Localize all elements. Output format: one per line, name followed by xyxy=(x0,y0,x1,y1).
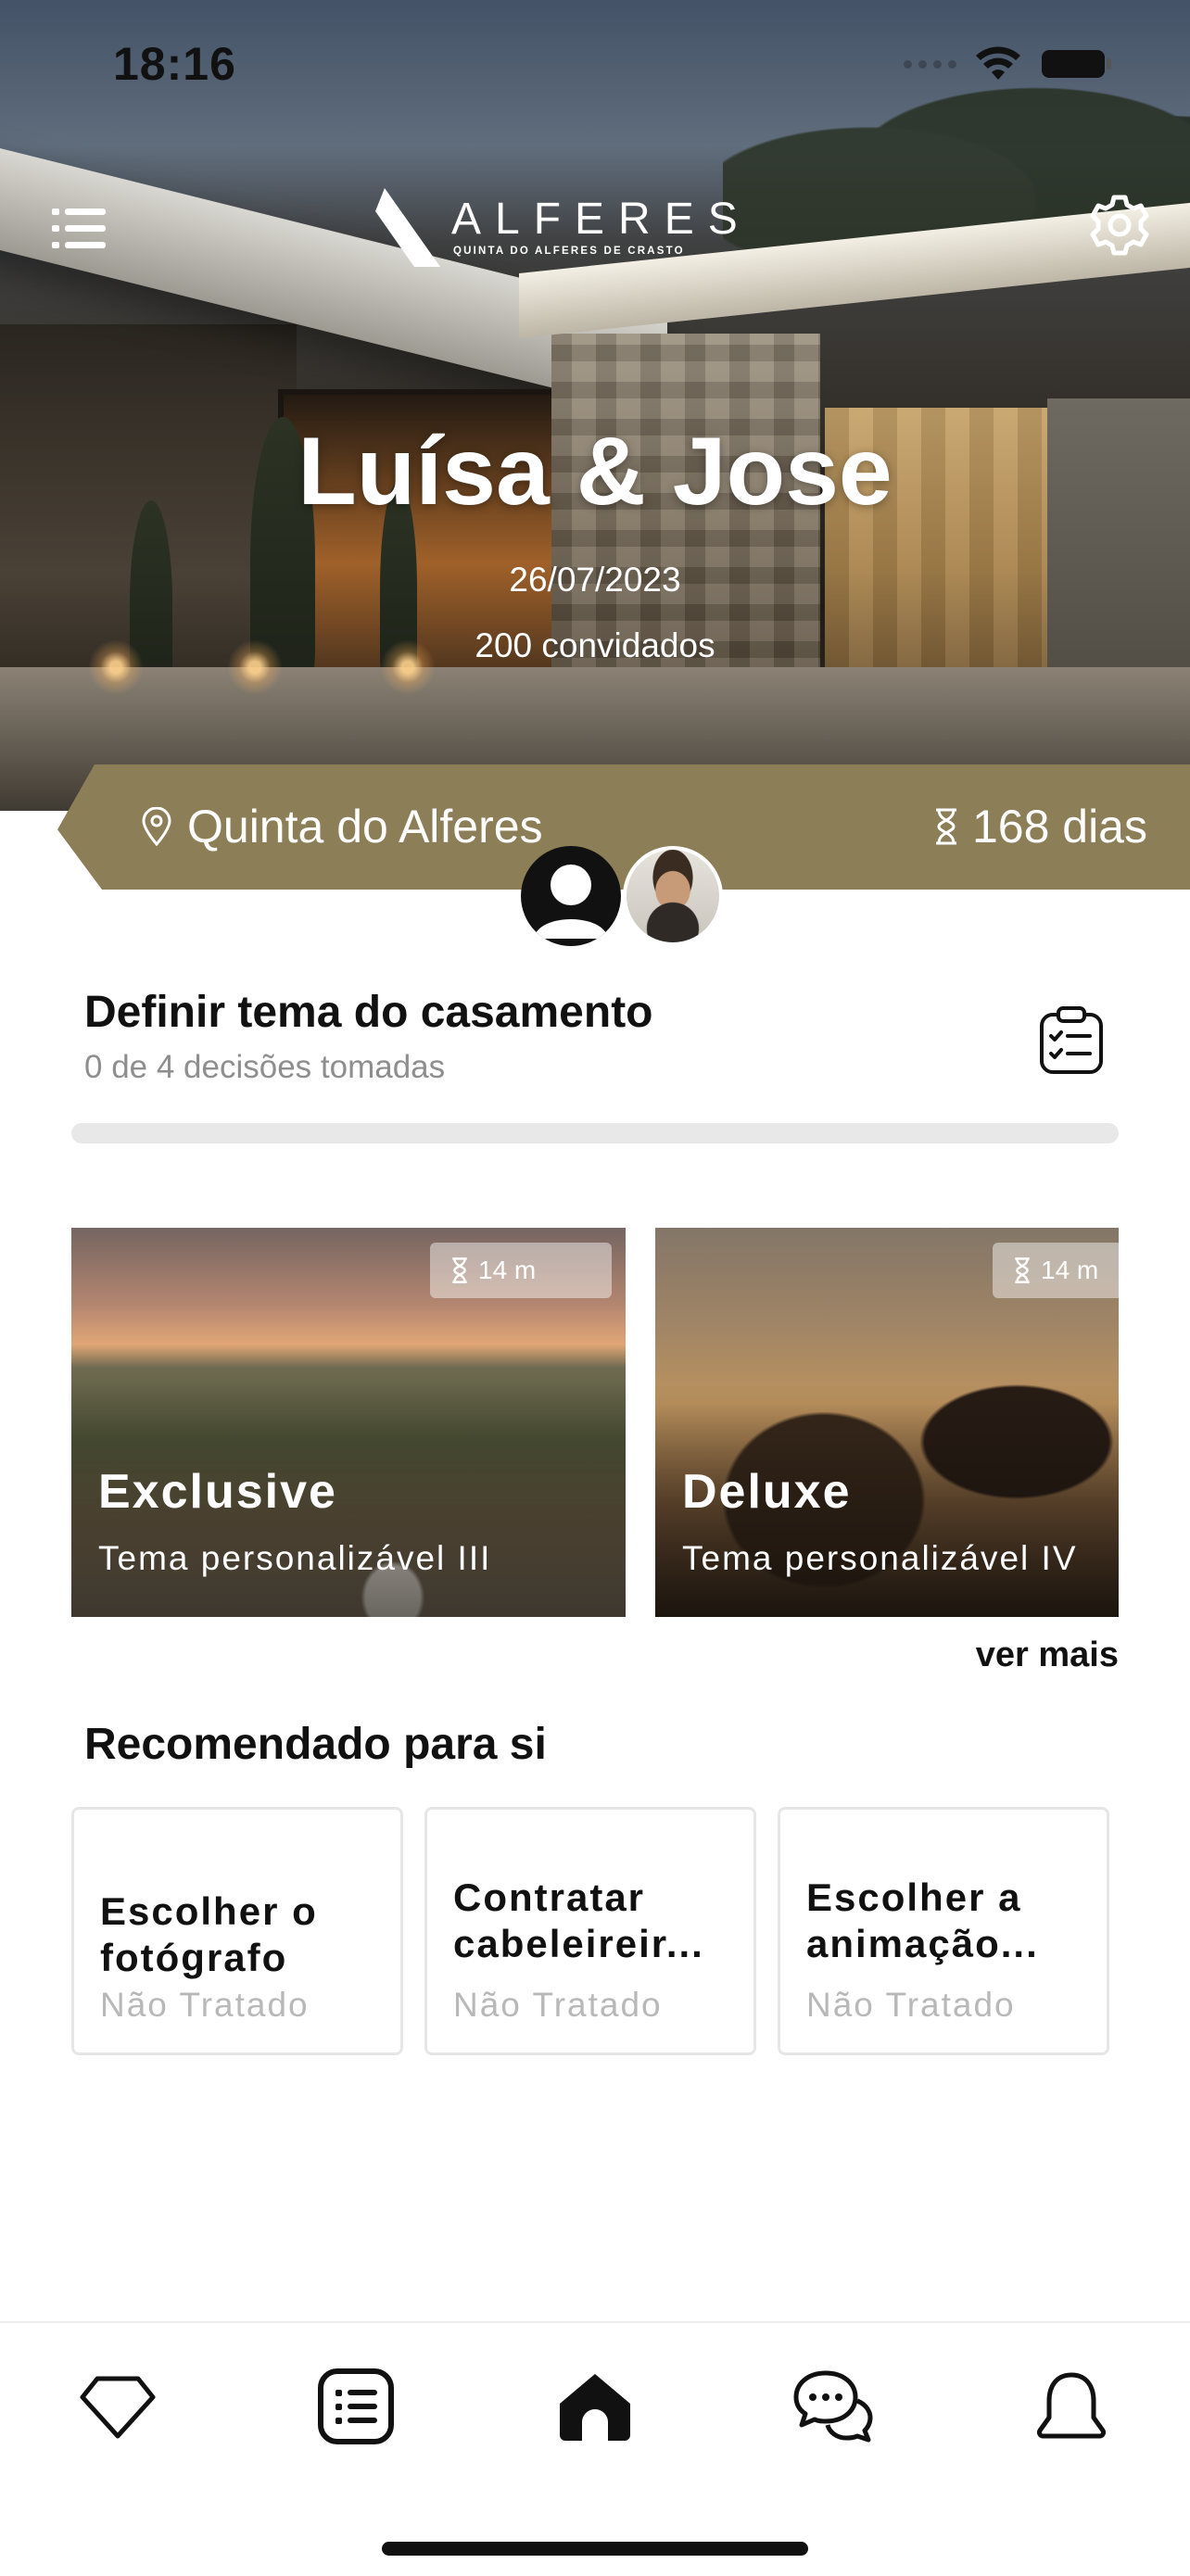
theme-section-title: Definir tema do casamento xyxy=(84,988,653,1037)
tab-home[interactable] xyxy=(549,2360,641,2453)
logo-mark-icon xyxy=(375,188,440,267)
card-timer-label: 14 m xyxy=(1041,1256,1099,1284)
recommended-title: Recomendado para si xyxy=(84,1720,547,1769)
bottom-tab-bar xyxy=(0,2321,1190,2576)
recommended-status: Não Tratado xyxy=(100,1986,310,2025)
recommended-label: Escolher o fotógrafo xyxy=(100,1889,318,1979)
home-icon xyxy=(560,2374,630,2441)
top-bar: ALFERES QUINTA DO ALFERES DE CRASTO xyxy=(0,181,1190,273)
card-subtitle: Tema personalizável IV xyxy=(682,1539,1078,1577)
wifi-icon xyxy=(976,46,1020,80)
clipboard-checklist-icon[interactable] xyxy=(1036,1005,1107,1076)
home-indicator xyxy=(382,2542,808,2556)
theme-card-deluxe[interactable]: 14 m Deluxe Tema personalizável IV xyxy=(655,1228,1119,1617)
theme-progress-bar xyxy=(71,1123,1119,1143)
recommended-label: Contratar cabeleireir... xyxy=(453,1875,704,1965)
diamond-icon xyxy=(80,2376,156,2439)
recommended-list: Escolher o fotógrafo Não Tratado Contrat… xyxy=(71,1807,1119,2055)
recommended-card[interactable]: Contratar cabeleireir... Não Tratado xyxy=(424,1807,756,2055)
card-subtitle: Tema personalizável III xyxy=(98,1539,492,1577)
see-more-link[interactable]: ver mais xyxy=(976,1635,1119,1675)
person-icon xyxy=(534,865,608,939)
theme-card-exclusive[interactable]: 14 m Exclusive Tema personalizável III xyxy=(71,1228,626,1617)
avatar-photo[interactable] xyxy=(623,846,723,946)
signal-icon xyxy=(904,59,956,69)
tab-chat[interactable] xyxy=(787,2360,880,2453)
status-time: 18:16 xyxy=(113,38,236,90)
tab-diamond[interactable] xyxy=(71,2360,164,2453)
recommended-status: Não Tratado xyxy=(806,1986,1016,2025)
checklist-icon xyxy=(318,2368,394,2444)
avatar-placeholder[interactable] xyxy=(521,846,621,946)
card-title: Exclusive xyxy=(98,1465,337,1519)
tab-checklist[interactable] xyxy=(310,2360,402,2453)
location-label: Quinta do Alferes xyxy=(187,801,543,852)
card-timer-label: 14 m xyxy=(478,1256,537,1284)
bell-icon xyxy=(1036,2372,1107,2439)
alferes-logo: ALFERES QUINTA DO ALFERES DE CRASTO xyxy=(375,181,746,273)
location-pin-icon xyxy=(142,807,171,846)
hourglass-icon xyxy=(1015,1257,1030,1283)
card-title: Deluxe xyxy=(682,1465,852,1519)
status-bar: 18:16 xyxy=(0,0,1190,130)
recommended-card[interactable]: Escolher o fotógrafo Não Tratado xyxy=(71,1807,403,2055)
guest-count: 200 convidados xyxy=(475,626,715,664)
theme-section-subtitle: 0 de 4 decisões tomadas xyxy=(84,1049,446,1085)
couple-avatars xyxy=(521,846,725,948)
tab-notifications[interactable] xyxy=(1025,2360,1118,2453)
hourglass-icon xyxy=(935,808,956,845)
settings-gear-icon[interactable] xyxy=(1086,192,1153,259)
countdown-label: 168 dias xyxy=(971,801,1147,852)
recommended-status: Não Tratado xyxy=(453,1986,663,2025)
recommended-label: Escolher a animação... xyxy=(806,1875,1039,1965)
logo-wordmark: ALFERES xyxy=(451,195,752,244)
card-timer: 14 m xyxy=(993,1243,1119,1298)
hourglass-icon xyxy=(452,1257,467,1283)
card-timer: 14 m xyxy=(430,1243,612,1298)
countdown: 168 dias xyxy=(933,800,1147,853)
location[interactable]: Quinta do Alferes xyxy=(141,800,543,853)
couple-name: Luísa & Jose xyxy=(298,418,892,525)
battery-icon xyxy=(1042,50,1111,78)
theme-card-carousel[interactable]: 14 m Exclusive Tema personalizável III 1… xyxy=(71,1228,1119,1617)
logo-subtitle: QUINTA DO ALFERES DE CRASTO xyxy=(453,246,685,257)
recommended-card[interactable]: Escolher a animação... Não Tratado xyxy=(778,1807,1109,2055)
wedding-date: 26/07/2023 xyxy=(509,561,681,599)
menu-icon[interactable] xyxy=(52,205,106,251)
chat-icon xyxy=(793,2370,873,2443)
status-icons xyxy=(904,46,1114,82)
